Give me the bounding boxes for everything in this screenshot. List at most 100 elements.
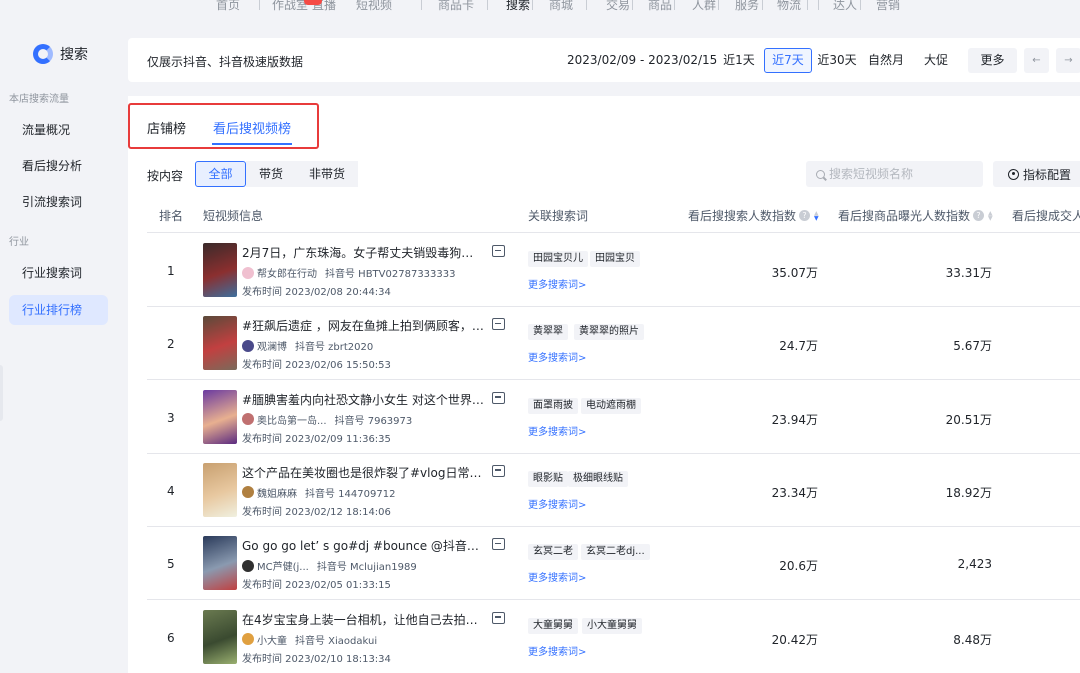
more-search-words-link[interactable]: 更多搜索词> <box>528 349 586 364</box>
filter-all-button[interactable]: 全部 <box>195 161 246 187</box>
topnav-item[interactable]: 商城 <box>549 0 573 13</box>
video-thumbnail[interactable] <box>203 389 237 444</box>
author-name[interactable]: 小大童 <box>257 632 287 647</box>
range-natural-month-button[interactable]: 自然月 <box>862 48 910 73</box>
data-scope-note: 仅展示抖音、抖音极速版数据 <box>147 55 304 69</box>
table-row[interactable]: 6 在4岁宝宝身上装一台相机，让他自己去拍证... 小大童 抖音号 Xiaodakui… <box>128 600 1080 673</box>
more-ranges-button[interactable]: 更多 <box>968 48 1017 73</box>
video-thumbnail[interactable] <box>203 316 237 371</box>
search-logo: 搜索 <box>33 44 88 64</box>
topnav-item[interactable]: 搜索 <box>506 0 530 13</box>
sidebar-item-traffic-search-words[interactable]: 引流搜索词 <box>9 187 108 217</box>
collapse-handle[interactable] <box>0 365 3 421</box>
video-thumbnail[interactable] <box>203 243 237 297</box>
more-search-words-link[interactable]: 更多搜索词> <box>528 569 586 584</box>
filter-without-goods-button[interactable]: 非带货 <box>296 161 358 187</box>
more-search-words-link[interactable]: 更多搜索词> <box>528 643 586 658</box>
more-search-words-link[interactable]: 更多搜索词> <box>528 276 586 291</box>
publish-time: 发布时间 2023/02/12 18:14:06 <box>242 506 391 518</box>
sort-desc-icon[interactable]: ▲ ▼ <box>814 210 819 221</box>
range-7-days-button[interactable]: 近7天 <box>764 48 812 73</box>
search-word-tag[interactable]: 大童舅舅 <box>528 617 578 634</box>
search-word-tag[interactable]: 田园宝贝 <box>590 251 640 267</box>
column-header-conversion-index: 看后搜成交人 <box>1012 209 1080 223</box>
avatar <box>242 633 254 645</box>
range-promotion-button[interactable]: 大促 <box>912 48 960 73</box>
topnav-item[interactable]: 达人 <box>833 0 857 13</box>
more-search-words-link[interactable]: 更多搜索词> <box>528 496 586 511</box>
video-search-input[interactable] <box>829 167 979 181</box>
table-row[interactable]: 5 Go go go let’ s go#dj #bounce @抖音小... MC… <box>128 526 1080 599</box>
range-30-days-button[interactable]: 近30天 <box>814 48 860 73</box>
video-title[interactable]: 这个产品在美妆圈也是很炸裂了#vlog日常 #... <box>242 464 484 481</box>
video-thumbnail[interactable] <box>203 462 237 517</box>
topnav-item[interactable]: 营销 <box>876 0 900 13</box>
author-name[interactable]: 观澜博 <box>257 338 287 353</box>
topnav-item[interactable]: 人群 <box>692 0 716 13</box>
search-word-tag[interactable]: 黄翠翠 <box>528 324 568 341</box>
date-range-picker[interactable]: 2023/02/09 - 2023/02/15 <box>567 53 717 67</box>
topnav-item[interactable]: 作战室 <box>272 0 308 13</box>
rank-cell: 3 <box>167 410 175 425</box>
topnav-item[interactable]: 商品 <box>648 0 672 13</box>
video-title[interactable]: #腼腆害羞内向社恐文静小女生 对这个世界很... <box>242 391 484 408</box>
copy-icon[interactable] <box>492 318 505 331</box>
column-header-exposure-index[interactable]: 看后搜商品曝光人数指数 ? ▲ ▼ <box>838 207 993 224</box>
video-title[interactable]: 2月7日，广东珠海。女子帮丈夫销毁毒狗药... <box>242 244 484 261</box>
table-row[interactable]: 2 #狂飙后遗症 ，网友在鱼摊上拍到俩顾客，神... 观澜博 抖音号 zbrt2020… <box>128 306 1080 379</box>
topnav-item[interactable]: 短视频 <box>356 0 392 13</box>
author-name[interactable]: MC芦健(j... <box>257 558 309 573</box>
topnav-item[interactable]: 交易 <box>606 0 630 13</box>
sidebar-item-post-view-search-analysis[interactable]: 看后搜分析 <box>9 151 108 181</box>
author-name[interactable]: 奥比岛第一岛... <box>257 412 327 427</box>
sort-icon[interactable]: ▲ ▼ <box>988 210 993 221</box>
video-title[interactable]: Go go go let’ s go#dj #bounce @抖音小... <box>242 537 484 554</box>
search-word-tag[interactable]: 黄翠翠的照片 <box>574 324 644 341</box>
author-name[interactable]: 魏姐麻麻 <box>257 485 297 500</box>
publish-time: 发布时间 2023/02/06 15:50:53 <box>242 360 391 372</box>
search-word-tag[interactable]: 田园宝贝儿 <box>528 251 588 267</box>
sidebar-item-traffic-overview[interactable]: 流量概况 <box>9 115 108 145</box>
next-period-button[interactable]: → <box>1056 48 1080 73</box>
copy-icon[interactable] <box>492 538 505 551</box>
search-word-tag[interactable]: 面罩雨披 <box>528 397 578 414</box>
topnav-item[interactable]: 服务 <box>735 0 759 13</box>
range-1-day-button[interactable]: 近1天 <box>715 48 763 73</box>
topnav-item[interactable]: 物流 <box>777 0 801 13</box>
search-word-tag[interactable]: 小大童舅舅 <box>582 617 642 634</box>
metric-config-button[interactable]: 指标配置 <box>993 161 1080 187</box>
sidebar-item-industry-ranking[interactable]: 行业排行榜 <box>9 295 108 325</box>
search-word-tag[interactable]: 玄冥二老 <box>528 544 578 561</box>
author-name[interactable]: 帮女郎在行动 <box>257 265 317 280</box>
video-title[interactable]: #狂飙后遗症 ，网友在鱼摊上拍到俩顾客，神... <box>242 317 484 334</box>
table-row[interactable]: 1 2月7日，广东珠海。女子帮丈夫销毁毒狗药... 帮女郎在行动 抖音号 HBTV02… <box>128 233 1080 306</box>
video-title[interactable]: 在4岁宝宝身上装一台相机，让他自己去拍证... <box>242 611 484 628</box>
search-word-tag[interactable]: 眼影贴 <box>528 470 568 487</box>
column-header-search-index[interactable]: 看后搜搜索人数指数 ? ▲ ▼ <box>688 207 819 224</box>
video-author: 观澜博 抖音号 zbrt2020 <box>242 338 373 353</box>
topnav-item[interactable]: 商品卡 <box>438 0 474 13</box>
tab-post-view-search-video-ranking[interactable]: 看后搜视频榜 <box>213 118 291 137</box>
video-thumbnail[interactable] <box>203 536 237 591</box>
search-word-tag[interactable]: 玄冥二老dj... <box>581 544 650 561</box>
search-word-tag[interactable]: 电动遮雨棚 <box>581 397 641 414</box>
copy-icon[interactable] <box>492 391 505 404</box>
topnav-item[interactable]: 首页 <box>216 0 240 13</box>
rank-cell: 5 <box>167 557 175 572</box>
search-word-tag[interactable]: 极细眼线贴 <box>568 470 628 487</box>
column-header-video-info: 短视频信息 <box>203 209 264 223</box>
sidebar-item-industry-search-words[interactable]: 行业搜索词 <box>9 258 108 288</box>
exposure-index-value: 18.92万 <box>945 485 992 500</box>
table-row[interactable]: 3 #腼腆害羞内向社恐文静小女生 对这个世界很... 奥比岛第一岛... 抖音号 79… <box>128 380 1080 453</box>
video-thumbnail[interactable] <box>203 609 237 664</box>
prev-period-button[interactable]: ← <box>1024 48 1049 73</box>
table-row[interactable]: 4 这个产品在美妆圈也是很炸裂了#vlog日常 #... 魏姐麻麻 抖音号 14470… <box>128 453 1080 526</box>
filter-with-goods-button[interactable]: 带货 <box>246 161 296 187</box>
tab-store-ranking[interactable]: 店铺榜 <box>147 118 186 137</box>
copy-icon[interactable] <box>492 464 505 477</box>
help-icon[interactable]: ? <box>973 210 985 221</box>
help-icon[interactable]: ? <box>799 210 811 221</box>
more-search-words-link[interactable]: 更多搜索词> <box>528 423 586 438</box>
copy-icon[interactable] <box>492 245 505 257</box>
copy-icon[interactable] <box>492 611 505 624</box>
